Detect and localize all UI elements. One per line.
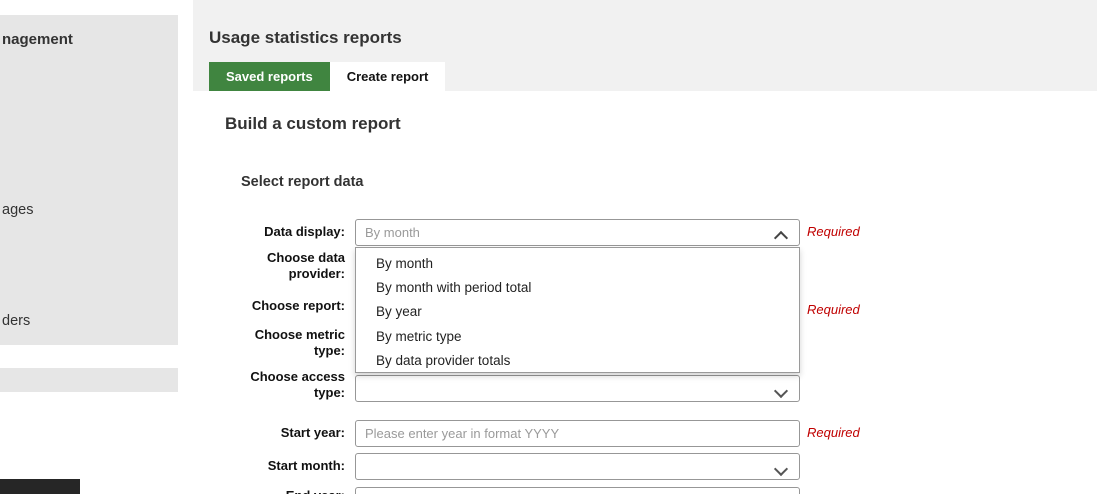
subsection-heading: Select report data (241, 174, 364, 190)
data-display-combobox[interactable] (355, 219, 800, 246)
required-badge: Required (807, 425, 860, 440)
data-display-search-input[interactable] (356, 220, 799, 245)
data-display-dropdown: By month By month with period total By y… (355, 247, 800, 373)
page-title: Usage statistics reports (209, 28, 402, 48)
start-month-select[interactable] (355, 453, 800, 480)
tab-create-report[interactable]: Create report (330, 62, 446, 91)
tab-saved-reports[interactable]: Saved reports (209, 62, 330, 91)
start-year-label: Start year: (225, 425, 345, 441)
dropdown-option-by-data-provider-totals[interactable]: By data provider totals (356, 349, 799, 373)
start-month-label: Start month: (225, 458, 345, 474)
required-badge: Required (807, 224, 860, 239)
start-year-input[interactable] (356, 421, 799, 446)
dropdown-option-by-month[interactable]: By month (356, 251, 799, 275)
end-year-input[interactable] (356, 488, 799, 494)
metric-type-label: Choose metric type: (225, 327, 345, 359)
screen: nagement ages ders Usage statistics repo… (0, 0, 1097, 494)
chevron-down-icon (774, 462, 788, 476)
chevron-down-icon (774, 384, 788, 398)
dropdown-option-by-metric-type[interactable]: By metric type (356, 324, 799, 348)
sidebar-secondary-block (0, 368, 178, 392)
choose-report-label: Choose report: (225, 298, 345, 314)
section-heading: Build a custom report (225, 114, 401, 134)
page-header: Usage statistics reports Saved reports C… (193, 0, 1097, 91)
sidebar-item-ders[interactable]: ders (2, 313, 30, 329)
start-year-field[interactable] (355, 420, 800, 447)
end-year-label: End year: (225, 488, 345, 494)
sidebar-menu-block: nagement ages ders (0, 15, 178, 345)
data-provider-label: Choose data provider: (225, 250, 345, 282)
required-badge: Required (807, 302, 860, 317)
sidebar-item-ages[interactable]: ages (2, 202, 33, 218)
dropdown-option-by-month-period-total[interactable]: By month with period total (356, 275, 799, 299)
end-year-field[interactable] (355, 487, 800, 494)
dropdown-option-by-year[interactable]: By year (356, 300, 799, 324)
access-type-label: Choose access type: (225, 369, 345, 401)
sidebar-item-management[interactable]: nagement (2, 31, 73, 48)
access-type-select[interactable] (355, 375, 800, 402)
sidebar: nagement ages ders (0, 0, 178, 494)
data-display-label: Data display: (225, 224, 345, 240)
tab-bar: Saved reports Create report (209, 62, 445, 91)
bottom-dark-block (0, 479, 80, 494)
